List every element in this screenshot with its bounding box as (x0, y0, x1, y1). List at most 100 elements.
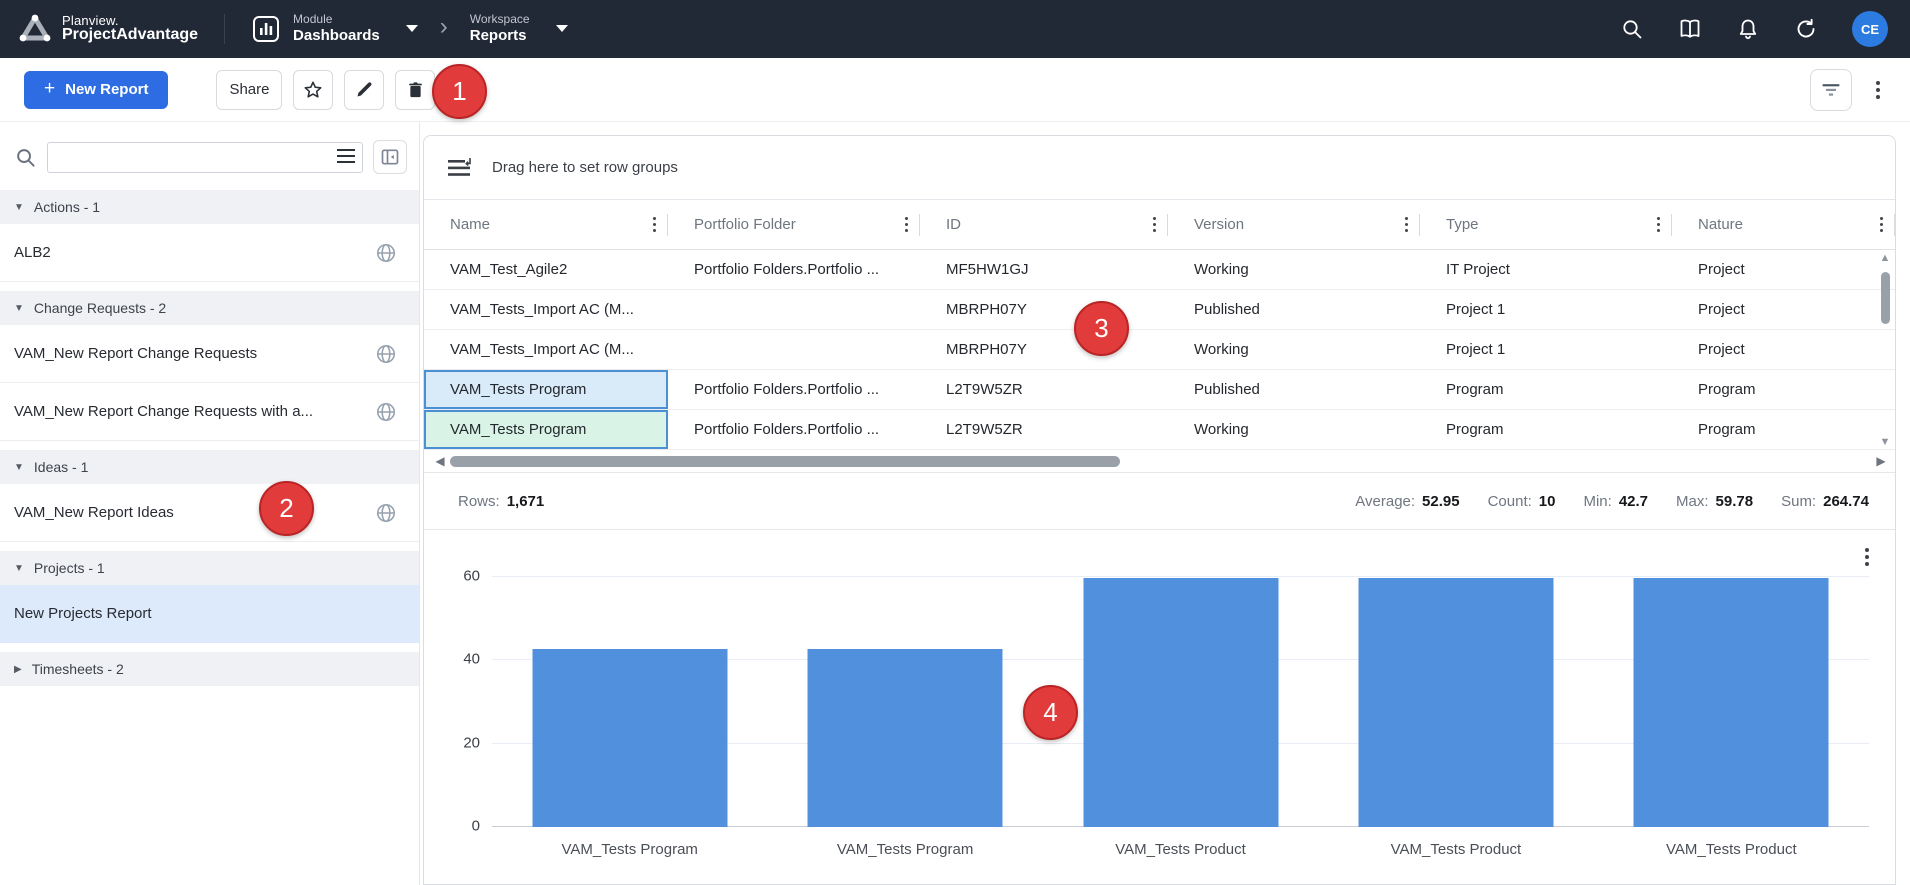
workspace-switcher[interactable]: Workspace Reports (470, 13, 568, 44)
table-row[interactable]: VAM_Tests ProgramPortfolio Folders.Portf… (424, 410, 1895, 450)
share-button[interactable]: Share (216, 70, 282, 110)
sidebar-group-header[interactable]: ▼Change Requests - 2 (0, 291, 419, 325)
column-header-version[interactable]: Version (1168, 200, 1420, 249)
table-cell[interactable]: Published (1168, 290, 1420, 329)
help-book-icon[interactable] (1678, 17, 1702, 41)
delete-button[interactable] (395, 70, 435, 110)
chart-bars: VAM_Tests ProgramVAM_Tests ProgramVAM_Te… (492, 577, 1869, 827)
table-cell[interactable]: Working (1168, 410, 1420, 449)
user-avatar[interactable]: CE (1852, 11, 1888, 47)
refresh-icon[interactable] (1794, 17, 1818, 41)
chart-menu[interactable] (1861, 544, 1873, 570)
collapse-sidebar-button[interactable] (373, 140, 407, 174)
scroll-left-icon[interactable]: ◀ (432, 454, 448, 468)
sidebar-item[interactable]: VAM_New Report Change Requests with a... (0, 383, 419, 441)
horizontal-scroll-thumb[interactable] (450, 456, 1120, 467)
column-menu-icon[interactable] (899, 213, 914, 236)
module-switcher[interactable]: Module Dashboards (251, 13, 418, 44)
column-header-nature[interactable]: Nature (1672, 200, 1895, 249)
table-cell[interactable]: VAM_Tests Program (424, 370, 668, 409)
table-cell[interactable] (668, 290, 920, 329)
table-cell[interactable]: Portfolio Folders.Portfolio ... (668, 410, 920, 449)
table-cell[interactable]: VAM_Tests_Import AC (M... (424, 290, 668, 329)
column-menu-icon[interactable] (1147, 213, 1162, 236)
table-cell[interactable]: MF5HW1GJ (920, 250, 1168, 289)
table-row[interactable]: VAM_Tests_Import AC (M... MBRPH07YPublish… (424, 290, 1895, 330)
search-icon[interactable] (1620, 17, 1644, 41)
search-options-menu-icon[interactable] (337, 149, 355, 164)
scroll-right-icon[interactable]: ▶ (1873, 454, 1889, 468)
table-cell[interactable]: Program (1672, 370, 1895, 409)
column-menu-icon[interactable] (1874, 213, 1889, 236)
table-cell[interactable]: VAM_Tests Program (424, 410, 668, 449)
table-cell[interactable]: Project (1672, 250, 1895, 289)
new-report-button[interactable]: + New Report (24, 71, 168, 109)
sidebar-group-header[interactable]: ▼Actions - 1 (0, 190, 419, 224)
x-axis-category-label: VAM_Tests Program (561, 841, 697, 858)
table-cell[interactable]: VAM_Test_Agile2 (424, 250, 668, 289)
table-cell[interactable]: Project (1672, 330, 1895, 369)
breadcrumb-separator-icon: › (440, 13, 448, 41)
chart-bar[interactable] (532, 649, 727, 827)
chart-bar[interactable] (1358, 578, 1553, 827)
table-cell[interactable]: VAM_Tests_Import AC (M... (424, 330, 668, 369)
sidebar-group-header[interactable]: ▼Projects - 1 (0, 551, 419, 585)
table-cell[interactable]: MBRPH07Y (920, 290, 1168, 329)
column-header-type[interactable]: Type (1420, 200, 1672, 249)
toolbar-more-menu[interactable] (1872, 77, 1884, 103)
table-cell[interactable]: Portfolio Folders.Portfolio ... (668, 250, 920, 289)
edit-button[interactable] (344, 70, 384, 110)
sidebar-item[interactable]: New Projects Report (0, 585, 419, 643)
table-cell[interactable]: Program (1420, 410, 1672, 449)
chart-bar-slot: VAM_Tests Product (1318, 577, 1593, 827)
table-cell[interactable]: L2T9W5ZR (920, 410, 1168, 449)
table-cell[interactable]: IT Project (1420, 250, 1672, 289)
table-cell[interactable]: Portfolio Folders.Portfolio ... (668, 370, 920, 409)
scroll-down-icon[interactable]: ▼ (1880, 436, 1891, 448)
grid-body: VAM_Test_Agile2Portfolio Folders.Portfol… (424, 250, 1895, 450)
table-cell[interactable]: L2T9W5ZR (920, 370, 1168, 409)
table-cell[interactable]: Program (1672, 410, 1895, 449)
sidebar-search-input[interactable] (47, 142, 363, 173)
sidebar-item[interactable]: VAM_New Report Change Requests (0, 325, 419, 383)
column-menu-icon[interactable] (647, 213, 662, 236)
chart-bar[interactable] (1634, 578, 1829, 827)
brand-logo[interactable]: Planview. ProjectAdvantage (18, 13, 198, 45)
filter-button[interactable] (1810, 69, 1852, 111)
sidebar-item-label: VAM_New Report Change Requests (14, 345, 375, 362)
chart-bar[interactable] (1083, 578, 1278, 827)
sidebar-group-header[interactable]: ▶Timesheets - 2 (0, 652, 419, 686)
chevron-down-icon: ▼ (14, 563, 24, 574)
column-header-id[interactable]: ID (920, 200, 1168, 249)
horizontal-scrollbar[interactable]: ◀ ▶ (424, 450, 1895, 472)
table-cell[interactable]: Working (1168, 250, 1420, 289)
table-row[interactable]: VAM_Tests_Import AC (M... MBRPH07YWorking… (424, 330, 1895, 370)
chart-bar[interactable] (808, 649, 1003, 827)
row-group-dropzone[interactable]: Drag here to set row groups (424, 136, 1895, 200)
annotation-badge-1: 1 (432, 64, 487, 119)
table-cell[interactable]: Project 1 (1420, 330, 1672, 369)
table-cell[interactable] (668, 330, 920, 369)
sidebar-item[interactable]: VAM_New Report Ideas (0, 484, 419, 542)
table-cell[interactable]: Program (1420, 370, 1672, 409)
sidebar-group-header[interactable]: ▼Ideas - 1 (0, 450, 419, 484)
scroll-up-icon[interactable]: ▲ (1880, 252, 1891, 264)
table-cell[interactable]: MBRPH07Y (920, 330, 1168, 369)
vertical-scroll-thumb[interactable] (1881, 272, 1890, 324)
vertical-scrollbar[interactable]: ▲ ▼ (1878, 252, 1892, 448)
column-menu-icon[interactable] (1651, 213, 1666, 236)
sidebar-item[interactable]: ALB2 (0, 224, 419, 282)
table-row[interactable]: VAM_Test_Agile2Portfolio Folders.Portfol… (424, 250, 1895, 290)
column-menu-icon[interactable] (1399, 213, 1414, 236)
table-cell[interactable]: Working (1168, 330, 1420, 369)
table-cell[interactable]: Published (1168, 370, 1420, 409)
sidebar-group-label: Actions - 1 (34, 199, 100, 215)
table-cell[interactable]: Project 1 (1420, 290, 1672, 329)
table-row[interactable]: VAM_Tests ProgramPortfolio Folders.Portf… (424, 370, 1895, 410)
column-header-portfolio-folder[interactable]: Portfolio Folder (668, 200, 920, 249)
table-cell[interactable]: Project (1672, 290, 1895, 329)
favorite-button[interactable] (293, 70, 333, 110)
column-header-name[interactable]: Name (424, 200, 668, 249)
notifications-bell-icon[interactable] (1736, 17, 1760, 41)
aggregate-stats: Average:52.95Count:10Min:42.7Max:59.78Su… (1355, 493, 1869, 510)
